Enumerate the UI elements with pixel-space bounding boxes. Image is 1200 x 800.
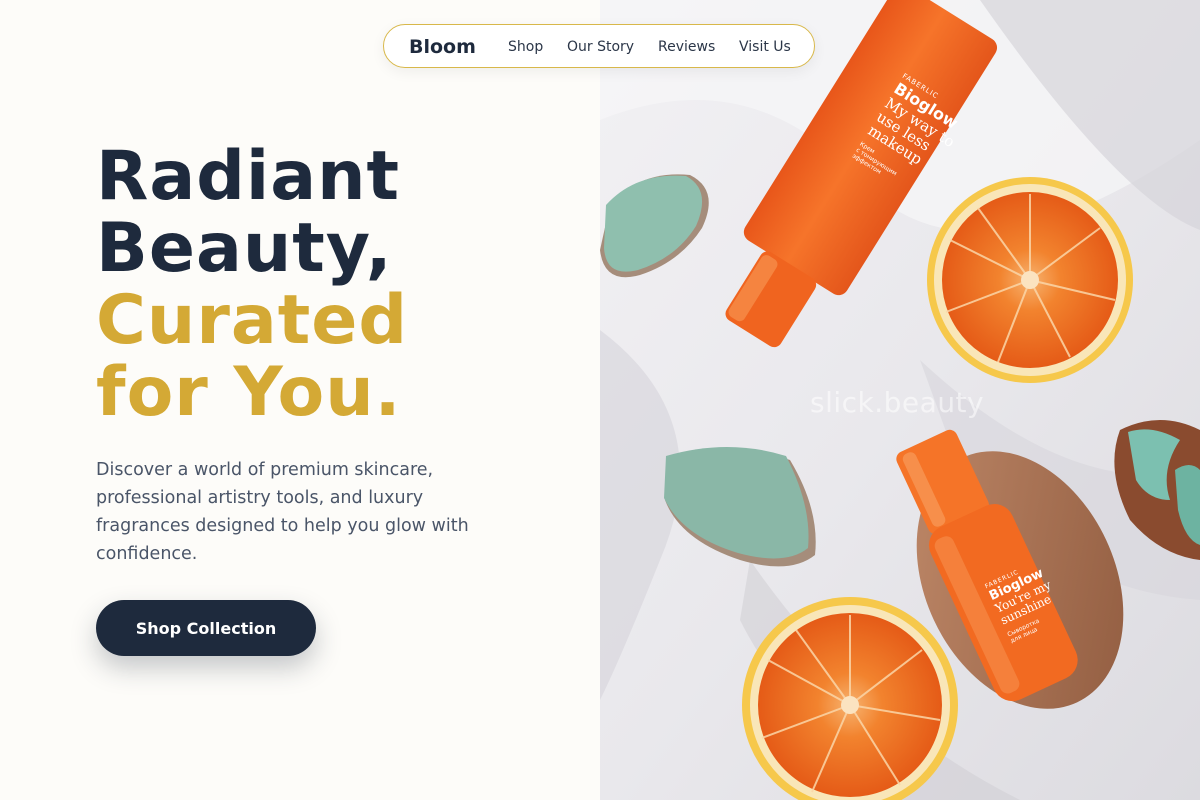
headline-line-2: Beauty, bbox=[96, 209, 393, 288]
hero-description: Discover a world of premium skincare, pr… bbox=[96, 460, 469, 564]
headline-line-1: Radiant bbox=[96, 137, 401, 216]
hero-photo: FABERLIC Bioglow My way to use less make… bbox=[600, 0, 1200, 800]
watermark: slick.beauty bbox=[810, 386, 985, 419]
hero-headline: Radiant Beauty, Curated for You. bbox=[96, 141, 408, 429]
top-navigation: Bloom Shop Our Story Reviews Visit Us bbox=[383, 24, 815, 68]
shop-collection-button[interactable]: Shop Collection bbox=[96, 600, 316, 656]
nav-link-shop[interactable]: Shop bbox=[508, 39, 543, 55]
headline-accent-line-1: Curated bbox=[96, 281, 409, 360]
headline-accent-line-2: for You. bbox=[96, 353, 402, 432]
brand-logo[interactable]: Bloom bbox=[409, 36, 476, 58]
nav-link-reviews[interactable]: Reviews bbox=[658, 39, 715, 55]
nav-link-our-story[interactable]: Our Story bbox=[567, 39, 634, 55]
nav-link-visit-us[interactable]: Visit Us bbox=[739, 39, 791, 55]
